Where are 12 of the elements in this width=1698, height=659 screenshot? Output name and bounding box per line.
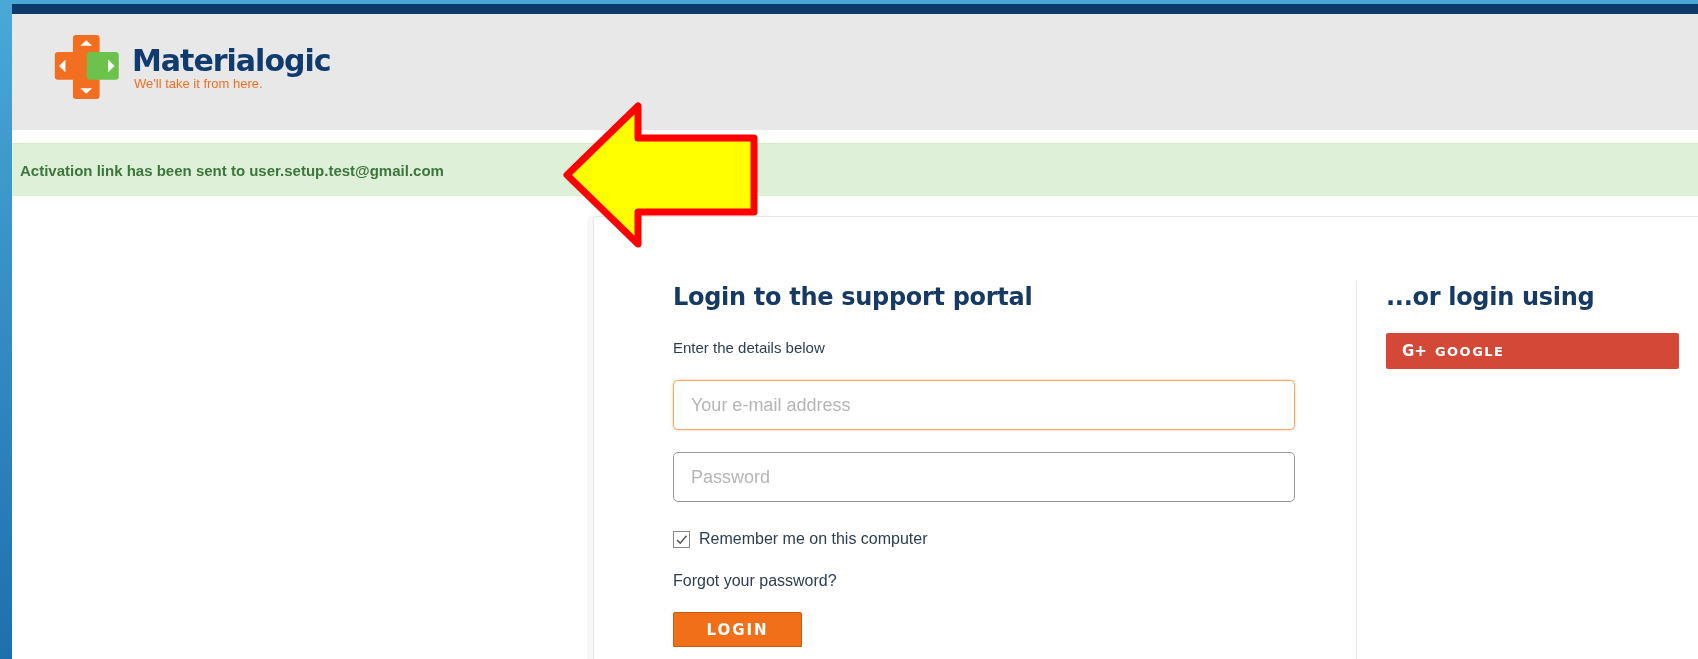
brand-name: Materialogic: [132, 44, 331, 77]
forgot-password-link[interactable]: Forgot your password?: [673, 572, 837, 590]
form-subtitle: Enter the details below: [673, 339, 825, 356]
brand-tagline: We'll take it from here.: [134, 76, 263, 90]
login-heading: Login to the support portal: [673, 283, 1033, 311]
input-field[interactable]: Your e-mail address: [673, 380, 1295, 430]
input-field[interactable]: Password: [673, 452, 1295, 502]
google-button[interactable]: G+ GOOGLE: [1386, 333, 1679, 369]
remember-label: Remember me on this computer: [699, 530, 928, 548]
checkbox[interactable]: [673, 530, 690, 548]
login-button[interactable]: LOGIN: [673, 612, 802, 647]
social-heading: ...or login using: [1386, 283, 1595, 311]
